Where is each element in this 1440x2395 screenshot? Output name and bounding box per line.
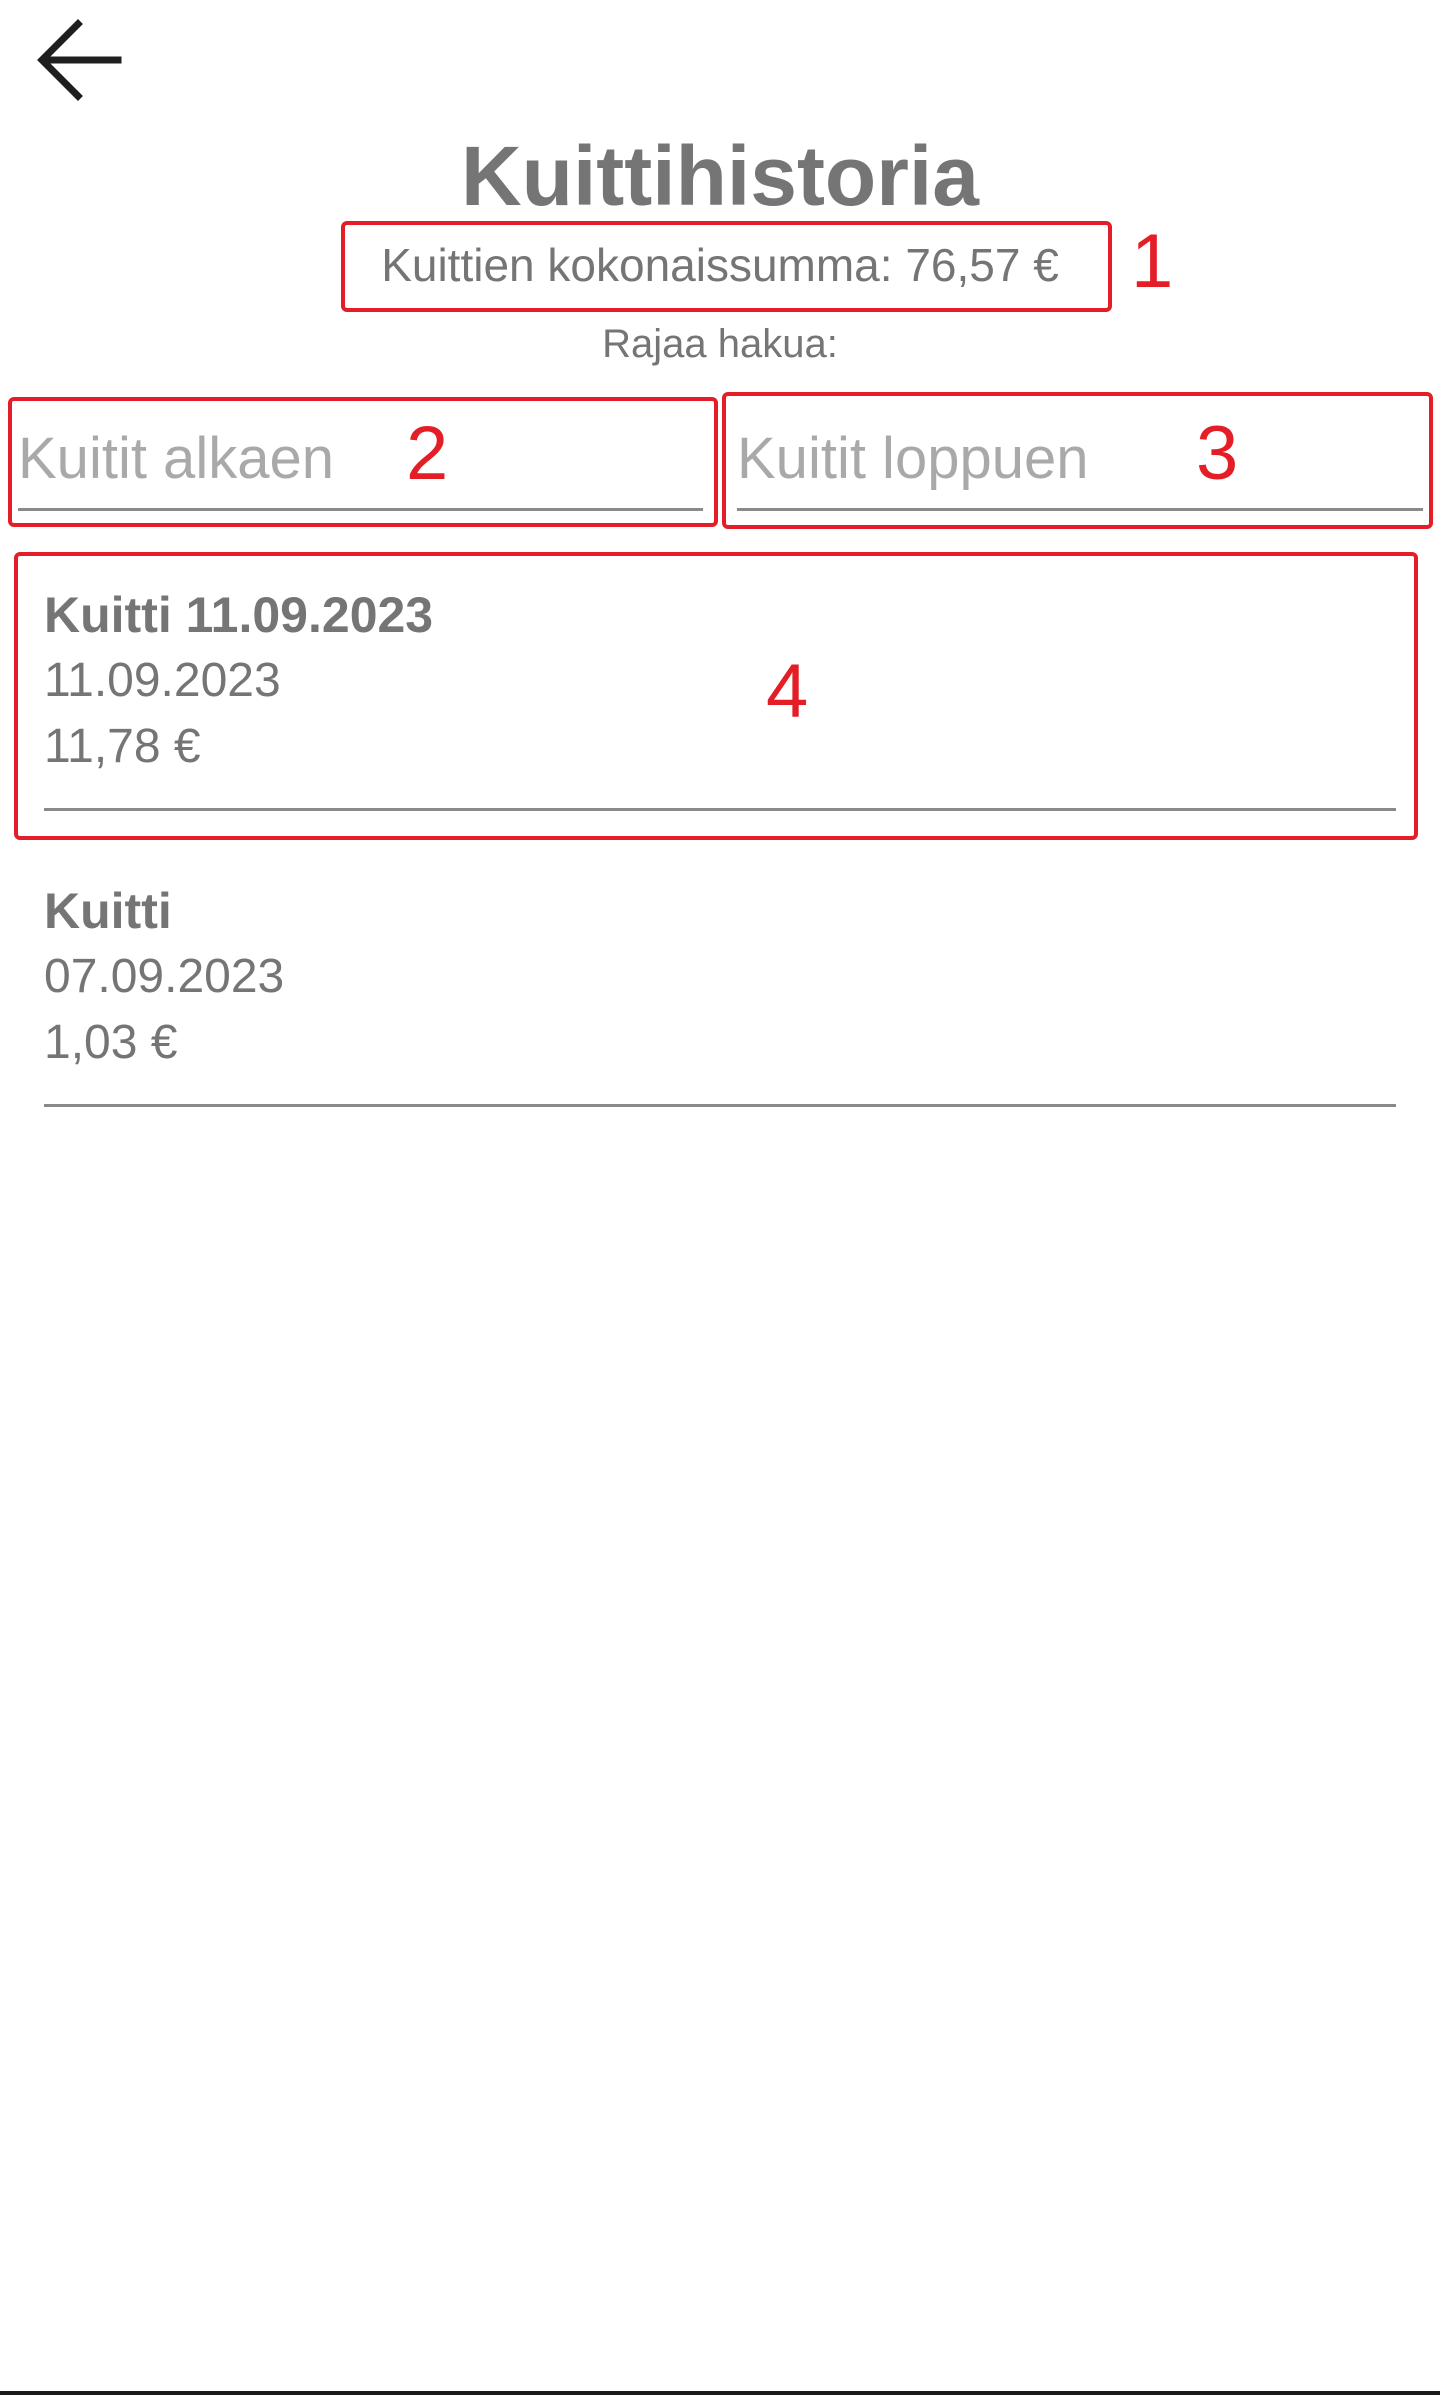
annotation-label-3: 3: [1196, 411, 1239, 496]
receipt-amount: 1,03 €: [44, 1016, 178, 1069]
back-button[interactable]: [32, 14, 128, 110]
arrow-left-icon: [37, 19, 122, 101]
bottom-divider: [0, 2391, 1440, 2395]
annotation-box-2: [8, 397, 718, 527]
annotation-label-1: 1: [1131, 219, 1174, 304]
annotation-box-3: [722, 392, 1433, 529]
annotation-box-1: [341, 221, 1112, 312]
annotation-box-4: [14, 552, 1418, 840]
receipt-date: 07.09.2023: [44, 950, 285, 1003]
annotation-label-4: 4: [766, 649, 809, 734]
receipt-list-item[interactable]: Kuitti 07.09.2023 1,03 €: [44, 878, 1396, 1107]
page-title: Kuittihistoria: [461, 129, 979, 223]
annotation-label-2: 2: [406, 411, 449, 496]
receipt-name: Kuitti: [44, 883, 172, 939]
filter-label: Rajaa hakua:: [602, 322, 838, 366]
